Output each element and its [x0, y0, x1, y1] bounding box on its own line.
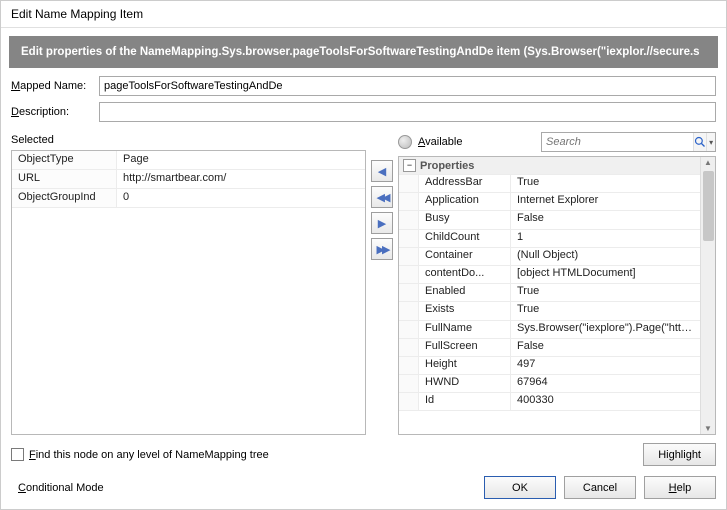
cancel-button[interactable]: Cancel [564, 476, 636, 499]
table-row[interactable]: URLhttp://smartbear.com/ [12, 170, 365, 189]
table-row[interactable]: FullNameSys.Browser("iexplore").Page("ht… [399, 321, 700, 339]
scroll-down-icon[interactable]: ▼ [704, 424, 712, 433]
tree-indent [399, 284, 419, 301]
property-value: 1 [511, 230, 700, 247]
table-row[interactable]: ChildCount1 [399, 230, 700, 248]
table-row[interactable]: EnabledTrue [399, 284, 700, 302]
property-value: Internet Explorer [511, 193, 700, 210]
help-button[interactable]: Help [644, 476, 716, 499]
tree-indent [399, 375, 419, 392]
property-name: Application [419, 193, 511, 210]
find-node-label: Find this node on any level of NameMappi… [29, 449, 269, 461]
scrollbar-vertical[interactable]: ▲ ▼ [700, 157, 715, 434]
tree-indent [399, 357, 419, 374]
property-value: 67964 [511, 375, 700, 392]
tree-indent [399, 321, 419, 338]
property-name: FullScreen [419, 339, 511, 356]
property-value: Sys.Browser("iexplore").Page("http://sec… [511, 321, 700, 338]
property-name: ObjectGroupInd [12, 189, 117, 207]
move-all-right-button[interactable]: ▶▶ [371, 238, 393, 260]
property-name: Busy [419, 211, 511, 228]
table-row[interactable]: FullScreenFalse [399, 339, 700, 357]
move-all-left-button[interactable]: ◀◀ [371, 186, 393, 208]
scroll-up-icon[interactable]: ▲ [704, 158, 712, 167]
table-row[interactable]: contentDo...[object HTMLDocument] [399, 266, 700, 284]
table-row[interactable]: BusyFalse [399, 211, 700, 229]
description-label: Description: [11, 106, 99, 118]
tree-indent [399, 248, 419, 265]
property-name: Exists [419, 302, 511, 319]
mapped-name-label: Mapped Name: [11, 80, 99, 92]
tree-indent [399, 339, 419, 356]
properties-group-title: Properties [420, 160, 474, 172]
property-name: ChildCount [419, 230, 511, 247]
scroll-thumb[interactable] [703, 171, 714, 241]
selected-grid[interactable]: ObjectTypePageURLhttp://smartbear.com/Ob… [11, 150, 366, 435]
search-dropdown-icon[interactable]: ▾ [706, 133, 715, 151]
property-name: Enabled [419, 284, 511, 301]
property-name: Container [419, 248, 511, 265]
tree-indent [399, 193, 419, 210]
property-value: True [511, 175, 700, 192]
selected-title: Selected [11, 132, 366, 150]
header-description: Edit properties of the NameMapping.Sys.b… [9, 36, 718, 68]
property-value: Page [117, 151, 365, 169]
property-value: (Null Object) [511, 248, 700, 265]
property-value: True [511, 284, 700, 301]
property-name: FullName [419, 321, 511, 338]
mapped-name-input[interactable] [99, 76, 716, 96]
property-value: 400330 [511, 393, 700, 410]
property-value: 0 [117, 189, 365, 207]
search-icon[interactable] [693, 133, 706, 151]
table-row[interactable]: ApplicationInternet Explorer [399, 193, 700, 211]
table-row[interactable]: Height497 [399, 357, 700, 375]
move-left-button[interactable]: ◀ [371, 160, 393, 182]
collapse-toggle-icon[interactable]: − [403, 159, 416, 172]
property-value: 497 [511, 357, 700, 374]
available-title: Available [418, 136, 462, 148]
property-name: HWND [419, 375, 511, 392]
tree-indent [399, 175, 419, 192]
table-row[interactable]: Id400330 [399, 393, 700, 411]
move-right-button[interactable]: ▶ [371, 212, 393, 234]
table-row[interactable]: HWND67964 [399, 375, 700, 393]
conditional-mode-button[interactable]: Conditional Mode [11, 476, 111, 499]
table-row[interactable]: ExistsTrue [399, 302, 700, 320]
description-input[interactable] [99, 102, 716, 122]
table-row[interactable]: ObjectGroupInd0 [12, 189, 365, 208]
property-name: AddressBar [419, 175, 511, 192]
tree-indent [399, 211, 419, 228]
property-value: False [511, 211, 700, 228]
property-value: True [511, 302, 700, 319]
ok-button[interactable]: OK [484, 476, 556, 499]
table-row[interactable]: AddressBarTrue [399, 175, 700, 193]
divider [1, 27, 726, 28]
property-name: Id [419, 393, 511, 410]
window-title: Edit Name Mapping Item [1, 1, 726, 25]
property-name: contentDo... [419, 266, 511, 283]
tree-indent [399, 302, 419, 319]
available-grid[interactable]: − Properties AddressBarTrueApplicationIn… [398, 156, 716, 435]
property-name: Height [419, 357, 511, 374]
find-node-checkbox[interactable] [11, 448, 24, 461]
property-value: http://smartbear.com/ [117, 170, 365, 188]
tree-indent [399, 230, 419, 247]
form-area: Mapped Name: Description: [1, 68, 726, 132]
tree-indent [399, 266, 419, 283]
table-row[interactable]: Container(Null Object) [399, 248, 700, 266]
search-input[interactable] [542, 133, 693, 151]
property-value: False [511, 339, 700, 356]
highlight-button[interactable]: Highlight [643, 443, 716, 466]
status-lamp-icon [398, 135, 412, 149]
property-name: ObjectType [12, 151, 117, 169]
tree-indent [399, 393, 419, 410]
property-name: URL [12, 170, 117, 188]
table-row[interactable]: ObjectTypePage [12, 151, 365, 170]
property-value: [object HTMLDocument] [511, 266, 700, 283]
